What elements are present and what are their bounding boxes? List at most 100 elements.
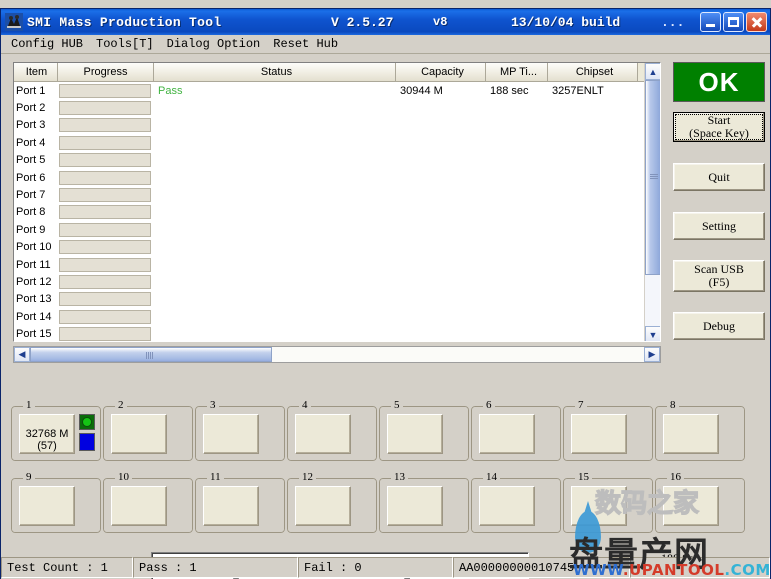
column-header-status[interactable]: Status (154, 63, 396, 81)
cell-mp-time (486, 221, 548, 238)
cell-item: Port 3 (14, 117, 58, 134)
scroll-left-icon[interactable]: ◀ (14, 347, 30, 362)
progress-bar (59, 153, 151, 167)
table-row[interactable]: Port 4 (14, 134, 660, 151)
table-row[interactable]: Port 15 (14, 325, 660, 342)
cell-progress (58, 82, 154, 99)
menu-item-dialog-option[interactable]: Dialog Option (161, 36, 268, 52)
cell-chipset (548, 256, 638, 273)
cell-capacity (396, 152, 486, 169)
usb-slot[interactable]: 16 (655, 471, 745, 533)
start-button-label-line2: (Space Key) (689, 127, 749, 140)
list-vertical-scrollbar[interactable]: ▲ ▼ (644, 63, 660, 342)
progress-bar (59, 223, 151, 237)
column-header-capacity[interactable]: Capacity (396, 63, 486, 81)
column-header-progress[interactable]: Progress (58, 63, 154, 81)
table-row[interactable]: Port 1Pass30944 M188 sec3257ENLT (14, 82, 660, 99)
cell-progress (58, 256, 154, 273)
usb-slot[interactable]: 11 (195, 471, 285, 533)
start-button[interactable]: Start (Space Key) (673, 112, 765, 142)
menu-item-tools[interactable]: Tools[T] (90, 36, 161, 52)
progress-bar (59, 188, 151, 202)
main-window: SMI Mass Production Tool V 2.5.27 v8 13/… (0, 8, 771, 579)
cell-item: Port 1 (14, 82, 58, 99)
menu-bar: Config HUB Tools[T] Dialog Option Reset … (1, 35, 770, 54)
slot-number-label: 7 (575, 399, 587, 411)
table-row[interactable]: Port 13 (14, 291, 660, 308)
menu-item-config-hub[interactable]: Config HUB (5, 36, 90, 52)
usb-slot[interactable]: 15 (563, 471, 653, 533)
cell-progress (58, 291, 154, 308)
cell-chipset (548, 134, 638, 151)
usb-slot[interactable]: 3 (195, 399, 285, 461)
table-row[interactable]: Port 8 (14, 204, 660, 221)
table-row[interactable]: Port 3 (14, 117, 660, 134)
usb-slot[interactable]: 12 (287, 471, 377, 533)
column-header-item[interactable]: Item (14, 63, 58, 81)
scan-usb-label-line2: (F5) (709, 276, 730, 289)
cell-capacity (396, 134, 486, 151)
table-row[interactable]: Port 14 (14, 308, 660, 325)
status-fail-count: Fail : 0 (298, 557, 453, 578)
cell-mp-time (486, 273, 548, 290)
cell-item: Port 12 (14, 273, 58, 290)
debug-button[interactable]: Debug (673, 312, 765, 340)
usb-slot[interactable]: 4 (287, 399, 377, 461)
table-row[interactable]: Port 9 (14, 221, 660, 238)
usb-slot[interactable]: 2 (103, 399, 193, 461)
slot-number-label: 13 (391, 471, 408, 483)
slot-info-panel (663, 414, 719, 454)
table-row[interactable]: Port 10 (14, 239, 660, 256)
close-button[interactable] (746, 12, 767, 32)
column-header-chipset[interactable]: Chipset (548, 63, 638, 81)
table-row[interactable]: Port 5 (14, 152, 660, 169)
scroll-right-icon[interactable]: ▶ (644, 347, 660, 362)
table-row[interactable]: Port 2 (14, 99, 660, 116)
usb-slot[interactable]: 7 (563, 399, 653, 461)
usb-slot[interactable]: 14 (471, 471, 561, 533)
port-list-view: Item Progress Status Capacity MP Ti... C… (13, 62, 661, 342)
usb-slot[interactable]: 6 (471, 399, 561, 461)
cell-mp-time (486, 152, 548, 169)
vscroll-thumb[interactable] (645, 80, 661, 275)
progress-bar (59, 310, 151, 324)
hscroll-track[interactable] (30, 347, 644, 362)
cell-progress (58, 134, 154, 151)
progress-bar (59, 240, 151, 254)
cell-mp-time (486, 117, 548, 134)
minimize-button[interactable] (700, 12, 721, 32)
usb-slot[interactable]: 5 (379, 399, 469, 461)
scroll-up-icon[interactable]: ▲ (645, 63, 661, 80)
usb-slot[interactable]: 132768 M(57) (11, 399, 101, 461)
hscroll-thumb[interactable] (30, 347, 272, 362)
quit-button[interactable]: Quit (673, 163, 765, 191)
scroll-down-icon[interactable]: ▼ (645, 326, 661, 342)
slot-blue-led-icon (79, 433, 95, 451)
usb-slot[interactable]: 9 (11, 471, 101, 533)
cell-status (154, 117, 396, 134)
usb-slot[interactable]: 10 (103, 471, 193, 533)
maximize-button[interactable] (723, 12, 744, 32)
table-row[interactable]: Port 11 (14, 256, 660, 273)
table-row[interactable]: Port 12 (14, 273, 660, 290)
cell-status (154, 169, 396, 186)
cell-item: Port 9 (14, 221, 58, 238)
slot-info-panel (571, 414, 627, 454)
list-horizontal-scrollbar[interactable]: ◀ ▶ (13, 346, 661, 363)
cell-item: Port 2 (14, 99, 58, 116)
usb-slot[interactable]: 13 (379, 471, 469, 533)
cell-chipset (548, 117, 638, 134)
scan-usb-button[interactable]: Scan USB (F5) (673, 260, 765, 292)
menu-item-reset-hub[interactable]: Reset Hub (267, 36, 345, 52)
table-row[interactable]: Port 7 (14, 186, 660, 203)
cell-chipset: 3257ENLT (548, 82, 638, 99)
slot-info-panel (295, 414, 351, 454)
column-header-mp-time[interactable]: MP Ti... (486, 63, 548, 81)
setting-button[interactable]: Setting (673, 212, 765, 240)
cell-chipset (548, 186, 638, 203)
usb-slot[interactable]: 8 (655, 399, 745, 461)
cell-status (154, 204, 396, 221)
slot-info-panel (203, 414, 259, 454)
status-bar: Test Count : 1 Pass : 1 Fail : 0 AA00000… (1, 557, 770, 578)
table-row[interactable]: Port 6 (14, 169, 660, 186)
